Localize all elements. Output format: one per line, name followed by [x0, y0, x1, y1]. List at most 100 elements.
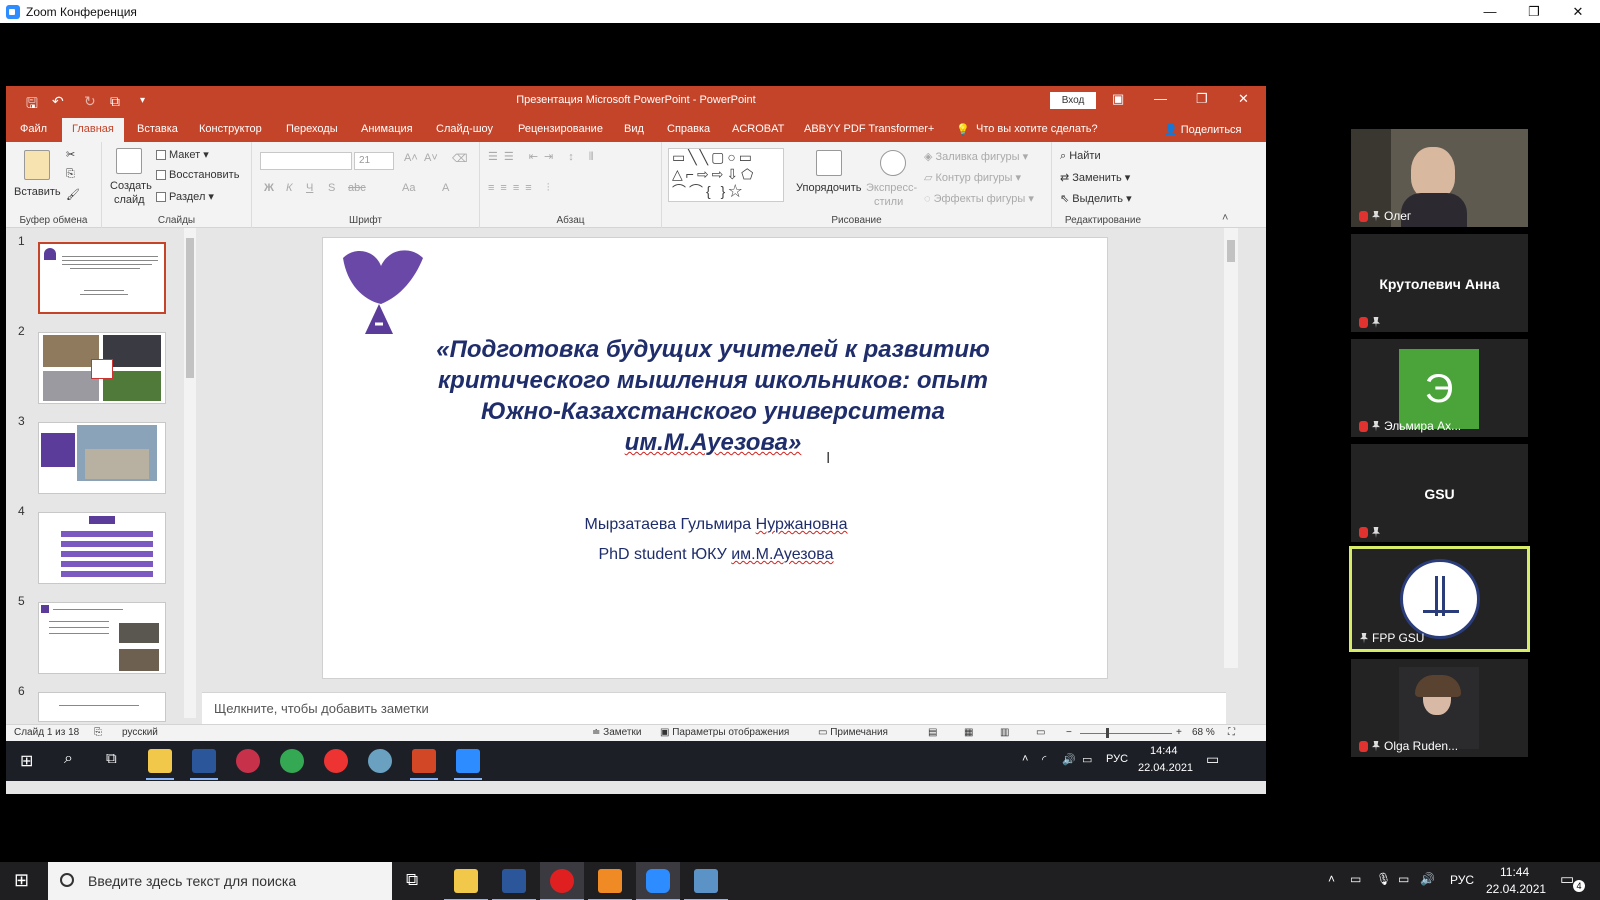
inner-lang[interactable]: РУС	[1106, 753, 1128, 765]
slide-scroll-thumb[interactable]	[1227, 240, 1235, 262]
login-button[interactable]: Вход	[1050, 92, 1096, 109]
taskbar-search-input[interactable]: Введите здесь текст для поиска	[48, 862, 392, 900]
collapse-ribbon-icon[interactable]: ˄	[1222, 212, 1228, 224]
font-size-combo[interactable]: 21	[354, 152, 394, 170]
paste-button[interactable]: Вставить	[14, 186, 61, 198]
thumbs-scroll-thumb[interactable]	[186, 238, 194, 378]
zoom-taskbar-icon[interactable]	[646, 869, 670, 893]
zoom-slider-thumb[interactable]	[1106, 728, 1109, 738]
participant-tile[interactable]: Э Эльмира Ах...	[1351, 339, 1528, 437]
tab-animations[interactable]: Анимация	[361, 123, 413, 135]
slide-author[interactable]: Мырзатаева Гульмира Нуржановна	[323, 516, 1109, 534]
quick-styles-button-2[interactable]: стили	[874, 196, 903, 208]
tray-chevron-icon[interactable]: ˄	[1328, 872, 1335, 886]
shape-outline-button[interactable]: ▱ Контур фигуры ▾	[924, 171, 1021, 184]
list-icons[interactable]: ☰☰ ⇤⇥ ↕ ⫴	[488, 150, 599, 164]
app-icon[interactable]	[236, 749, 260, 773]
comments-button[interactable]: ▭ Примечания	[818, 727, 888, 738]
tab-design[interactable]: Конструктор	[199, 123, 262, 135]
yandex-icon[interactable]	[324, 749, 348, 773]
clear-format-icon[interactable]: ⌫	[452, 152, 468, 165]
slide-thumbnail-4[interactable]	[38, 512, 166, 584]
slide-canvas[interactable]: «Подготовка будущих учителей к развитию …	[322, 237, 1108, 679]
windows-start-icon[interactable]: ⊞	[20, 751, 33, 771]
powerpoint-icon[interactable]	[412, 749, 436, 773]
clock-date[interactable]: 22.04.2021	[1486, 882, 1546, 896]
participant-tile[interactable]: Крутолевич Анна	[1351, 234, 1528, 332]
sorter-view-icon[interactable]: ▦	[964, 727, 973, 738]
arrange-icon[interactable]	[816, 150, 842, 176]
task-view-icon[interactable]: ⧉	[106, 750, 117, 767]
language-indicator[interactable]: РУС	[1450, 873, 1474, 887]
ribbon-display-icon[interactable]: ▣	[1112, 91, 1124, 107]
zoom-level[interactable]: 68 %	[1192, 727, 1215, 738]
participant-tile[interactable]: Олег	[1351, 129, 1528, 227]
normal-view-icon[interactable]: ▤	[928, 727, 937, 738]
new-slide-button-2[interactable]: слайд	[114, 194, 145, 206]
zoom-out-button[interactable]: −	[1066, 727, 1072, 738]
ppt-close-button[interactable]: ✕	[1238, 91, 1249, 107]
slideshow-view-icon[interactable]: ▭	[1036, 727, 1045, 738]
bold-button[interactable]: Ж	[264, 182, 274, 194]
usb-icon[interactable]: ▭	[1350, 872, 1361, 886]
zoom-in-button[interactable]: +	[1176, 727, 1182, 738]
word-icon[interactable]	[502, 869, 526, 893]
case-button[interactable]: Aa	[402, 182, 415, 194]
minimize-button[interactable]: —	[1468, 0, 1512, 23]
slide-scrollbar[interactable]	[1224, 228, 1238, 668]
tab-view[interactable]: Вид	[624, 123, 644, 135]
fit-slide-icon[interactable]: ⛶	[1228, 727, 1235, 738]
tab-review[interactable]: Рецензирование	[518, 123, 603, 135]
tab-abbyy[interactable]: ABBYY PDF Transformer+	[804, 123, 934, 135]
find-button[interactable]: ⌕ Найти	[1060, 150, 1101, 163]
tab-slideshow[interactable]: Слайд-шоу	[436, 123, 493, 135]
zoom-slider[interactable]	[1080, 733, 1172, 734]
language-indicator[interactable]: русский	[122, 727, 158, 738]
tab-transitions[interactable]: Переходы	[286, 123, 338, 135]
app-icon[interactable]	[598, 869, 622, 893]
task-view-icon[interactable]: ⧉	[406, 870, 418, 890]
ppt-restore-button[interactable]: ❐	[1196, 91, 1208, 107]
inner-date[interactable]: 22.04.2021	[1138, 762, 1193, 774]
grow-font-icon[interactable]: A˄	[404, 152, 418, 164]
tab-file[interactable]: Файл	[20, 123, 47, 135]
format-painter-icon[interactable]: 🖌	[66, 188, 80, 201]
shapes-gallery[interactable]: ▭╲╲▢○▭ △⌐⇨⇨⇩⬠ ⌒⌒{ }☆	[668, 148, 784, 202]
share-button[interactable]: 👤 Поделиться	[1164, 123, 1242, 136]
underline-button[interactable]: Ч	[306, 182, 313, 194]
participant-tile[interactable]: Olga Ruden...	[1351, 659, 1528, 757]
inner-time[interactable]: 14:44	[1150, 745, 1178, 757]
new-slide-icon[interactable]	[116, 148, 142, 174]
thumbs-scrollbar[interactable]	[184, 228, 196, 718]
slide-thumbnail-5[interactable]	[38, 602, 166, 674]
strike-button[interactable]: abc	[348, 182, 366, 194]
tab-acrobat[interactable]: ACROBAT	[732, 123, 784, 135]
notes-button[interactable]: ≐ Заметки	[592, 727, 641, 738]
participant-tile[interactable]: GSU	[1351, 444, 1528, 542]
cut-icon[interactable]: ✂	[66, 148, 75, 161]
clock-time[interactable]: 11:44	[1500, 865, 1529, 879]
section-button[interactable]: Раздел ▾	[156, 190, 214, 203]
word-icon[interactable]	[192, 749, 216, 773]
tell-me-search[interactable]: Что вы хотите сделать?	[976, 123, 1098, 135]
align-icons[interactable]: ≡≡≡≡ ⫶	[488, 182, 555, 195]
quick-styles-icon[interactable]	[880, 150, 906, 176]
microphone-icon[interactable]: 🎙	[1376, 872, 1391, 886]
italic-button[interactable]: К	[286, 182, 292, 194]
select-button[interactable]: ⇖ Выделить ▾	[1060, 192, 1132, 205]
volume-icon[interactable]: 🔊	[1420, 872, 1435, 886]
zoom-taskbar-icon[interactable]	[456, 749, 480, 773]
shadow-button[interactable]: S	[328, 182, 335, 194]
slide-thumbnail-2[interactable]	[38, 332, 166, 404]
volume-icon[interactable]: 🔊	[1062, 753, 1076, 766]
battery-icon[interactable]: ▭	[1082, 753, 1092, 766]
tab-home[interactable]: Главная	[62, 118, 124, 142]
network-icon[interactable]: ◜	[1042, 753, 1046, 766]
notification-icon[interactable]: ▭	[1206, 751, 1219, 768]
new-slide-button[interactable]: Создать	[110, 180, 152, 192]
search-icon[interactable]: ⌕	[64, 750, 73, 768]
tray-chevron-icon[interactable]: ˄	[1022, 753, 1028, 765]
slide-thumbnail-3[interactable]	[38, 422, 166, 494]
tab-help[interactable]: Справка	[667, 123, 710, 135]
notes-pane[interactable]: Щелкните, чтобы добавить заметки	[202, 692, 1226, 724]
